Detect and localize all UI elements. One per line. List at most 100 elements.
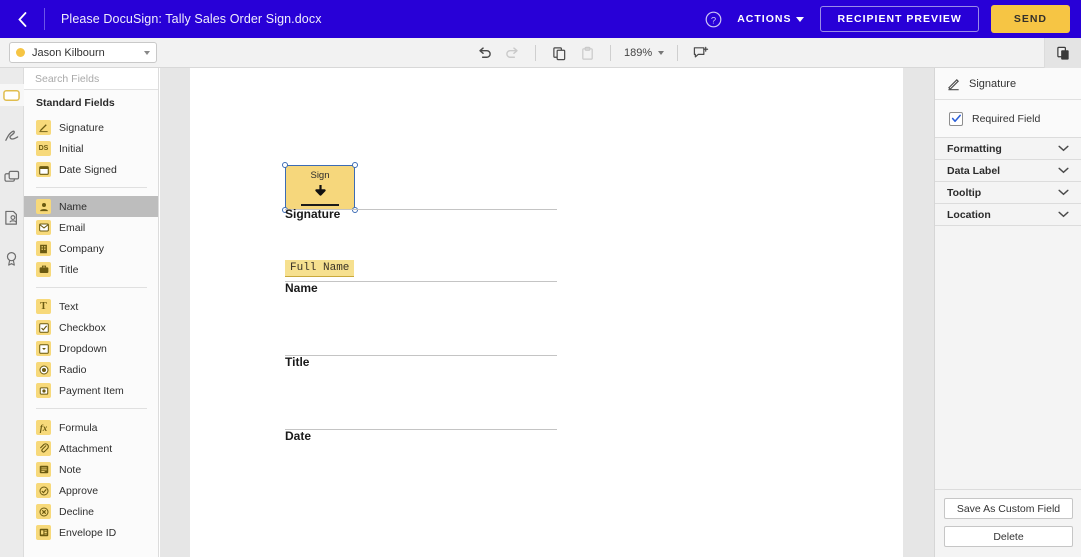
rail-item-stamp[interactable] [0, 248, 24, 270]
rail-item-fields[interactable] [0, 84, 24, 106]
svg-text:?: ? [711, 15, 716, 26]
field-item-text[interactable]: T Text [24, 296, 158, 317]
resize-handle-top-right[interactable] [352, 162, 358, 168]
pages-panel-button[interactable] [1045, 38, 1081, 68]
field-item-company[interactable]: Company [24, 238, 158, 259]
field-label: Envelope ID [59, 526, 117, 539]
field-item-decline[interactable]: Decline [24, 501, 158, 522]
duplicate-pages-icon [3, 170, 19, 182]
resize-handle-bottom-right[interactable] [352, 207, 358, 213]
field-item-signature[interactable]: Signature [24, 117, 158, 138]
field-label: Dropdown [59, 342, 107, 355]
signature-underline [301, 203, 339, 206]
document-recipient-icon [5, 210, 17, 225]
briefcase-icon [36, 262, 51, 277]
field-item-payment[interactable]: Payment Item [24, 380, 158, 401]
field-item-checkbox[interactable]: Checkbox [24, 317, 158, 338]
field-item-name[interactable]: Name [24, 196, 158, 217]
zoom-level-label: 189% [624, 47, 653, 59]
back-button[interactable] [0, 0, 44, 38]
document-canvas[interactable]: Sign Signature Full Name Name Title Date [160, 68, 934, 557]
actions-menu-button[interactable]: ACTIONS [737, 13, 805, 25]
field-item-title[interactable]: Title [24, 259, 158, 280]
calendar-icon [36, 162, 51, 177]
tool-rail [0, 68, 24, 557]
field-item-initial[interactable]: DS Initial [24, 138, 158, 159]
rail-item-signature[interactable] [0, 125, 24, 147]
required-field-checkbox[interactable] [949, 111, 963, 126]
name-label: Name [285, 281, 318, 295]
paste-button[interactable] [573, 38, 601, 68]
placed-field-full-name[interactable]: Full Name [285, 260, 355, 277]
field-label: Payment Item [59, 384, 124, 397]
required-field-row[interactable]: Required Field [935, 100, 1081, 138]
recipient-preview-button[interactable]: RECIPIENT PREVIEW [820, 6, 979, 32]
document-page[interactable]: Sign Signature Full Name Name Title Date [190, 68, 903, 557]
undo-button[interactable] [470, 38, 498, 68]
field-item-date-signed[interactable]: Date Signed [24, 159, 158, 180]
field-item-attachment[interactable]: Attachment [24, 438, 158, 459]
payment-icon [36, 383, 51, 398]
field-label: Initial [59, 142, 84, 155]
field-label: Checkbox [59, 321, 106, 334]
section-label: Data Label [947, 164, 1001, 177]
field-item-approve[interactable]: Approve [24, 480, 158, 501]
add-comment-icon [693, 46, 709, 58]
save-as-custom-field-button[interactable]: Save As Custom Field [944, 498, 1073, 519]
zoom-dropdown[interactable]: 189% [620, 47, 668, 59]
paperclip-icon [36, 441, 51, 456]
rail-item-duplicate[interactable] [0, 166, 24, 188]
title-rule [285, 355, 557, 356]
section-data-label[interactable]: Data Label [935, 160, 1081, 182]
signature-label: Signature [285, 207, 341, 221]
search-input[interactable] [35, 72, 158, 85]
field-label: Email [59, 221, 86, 234]
section-label: Location [947, 208, 991, 221]
approve-check-icon [36, 483, 51, 498]
sign-here-label: Sign [310, 170, 330, 181]
copy-button[interactable] [545, 38, 573, 68]
field-group: T Text Checkbox Dropdown Radio Payment I… [24, 296, 158, 401]
send-button[interactable]: SEND [990, 5, 1070, 33]
down-arrow-icon [313, 184, 328, 203]
name-rule [285, 281, 557, 282]
field-group: Signature DS Initial Date Signed [24, 117, 158, 180]
placed-field-signature[interactable]: Sign [282, 162, 358, 213]
recipient-name: Jason Kilbourn [32, 46, 105, 59]
field-label: Name [59, 200, 88, 213]
rail-item-recipients[interactable] [0, 207, 24, 229]
section-tooltip[interactable]: Tooltip [935, 182, 1081, 204]
add-comment-button[interactable] [687, 38, 715, 68]
envelope-id-icon [36, 525, 51, 540]
field-item-envelope-id[interactable]: Envelope ID [24, 522, 158, 543]
chevron-down-icon [144, 50, 150, 55]
field-item-dropdown[interactable]: Dropdown [24, 338, 158, 359]
help-button[interactable]: ? [701, 7, 725, 31]
field-item-formula[interactable]: fx Formula [24, 417, 158, 438]
redo-icon [505, 46, 518, 58]
properties-footer: Save As Custom Field Delete [935, 489, 1081, 557]
document-title: Please DocuSign: Tally Sales Order Sign.… [61, 12, 322, 26]
field-item-email[interactable]: Email [24, 217, 158, 238]
paste-icon [581, 46, 593, 60]
delete-field-button[interactable]: Delete [944, 526, 1073, 547]
field-label: Title [59, 263, 79, 276]
section-formatting[interactable]: Formatting [935, 138, 1081, 160]
toolbar-right-group [1044, 38, 1081, 68]
radio-icon [36, 362, 51, 377]
toolbar-separator [535, 45, 536, 61]
pages-panel-icon [1056, 46, 1069, 60]
section-label: Formatting [947, 142, 1002, 155]
field-item-radio[interactable]: Radio [24, 359, 158, 380]
checkbox-icon [36, 320, 51, 335]
help-circle-icon: ? [705, 11, 722, 27]
redo-button[interactable] [498, 38, 526, 68]
recipient-dropdown[interactable]: Jason Kilbourn [9, 42, 157, 63]
section-location[interactable]: Location [935, 204, 1081, 226]
search-fields-row: ✕ [24, 68, 158, 90]
chevron-down-icon [658, 51, 665, 55]
field-item-note[interactable]: Note [24, 459, 158, 480]
text-icon: T [36, 299, 51, 314]
field-box-icon [3, 89, 20, 101]
resize-handle-top-left[interactable] [282, 162, 288, 168]
